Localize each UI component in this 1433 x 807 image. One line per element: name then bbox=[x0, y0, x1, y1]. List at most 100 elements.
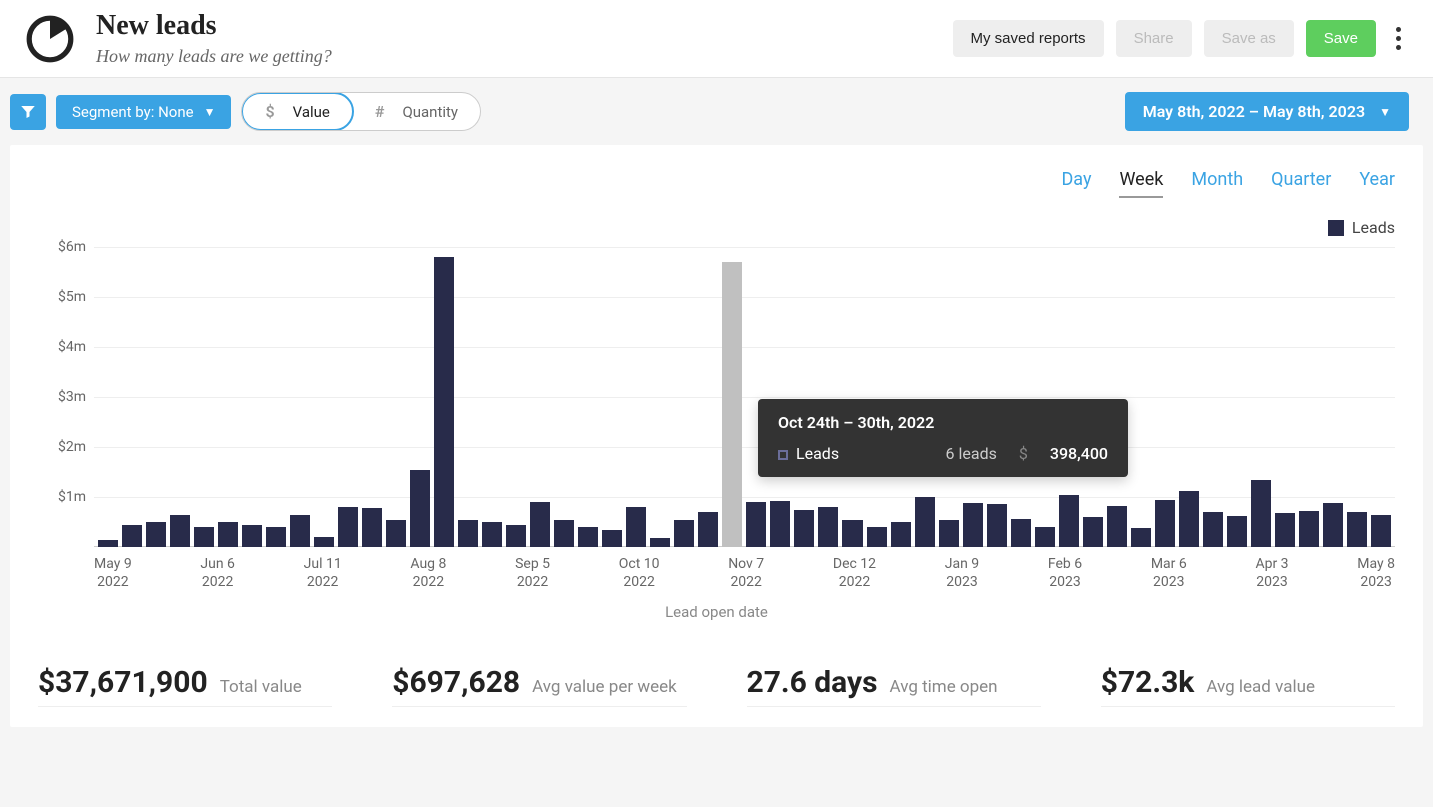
filter-button[interactable] bbox=[10, 94, 46, 130]
topbar: New leads How many leads are we getting?… bbox=[0, 0, 1433, 78]
x-tick: Jul 112022 bbox=[304, 555, 342, 591]
chart-bar[interactable] bbox=[1323, 503, 1343, 547]
tooltip-title: Oct 24th – 30th, 2022 bbox=[778, 413, 1108, 432]
chart-bar[interactable] bbox=[578, 527, 598, 547]
period-tab-month[interactable]: Month bbox=[1191, 169, 1243, 198]
chart-bar[interactable] bbox=[434, 257, 454, 547]
chart-bar[interactable] bbox=[170, 515, 190, 548]
chart-bar[interactable] bbox=[194, 527, 214, 547]
chart-bar[interactable] bbox=[1155, 500, 1175, 548]
legend: Leads bbox=[38, 218, 1395, 237]
stat-label: Avg lead value bbox=[1206, 677, 1315, 697]
value-pill[interactable]: $ Value bbox=[241, 92, 353, 131]
chart-bar[interactable] bbox=[1059, 495, 1079, 548]
plot-area[interactable]: Oct 24th – 30th, 2022 Leads 6 leads $ 39… bbox=[94, 247, 1395, 547]
tooltip-series: Leads bbox=[796, 444, 839, 463]
chart-bar[interactable] bbox=[218, 522, 238, 547]
chart-bar[interactable] bbox=[602, 530, 622, 548]
chart-bar[interactable] bbox=[530, 502, 550, 547]
chart-bar[interactable] bbox=[698, 512, 718, 547]
period-tab-quarter[interactable]: Quarter bbox=[1271, 169, 1331, 198]
chart-bar[interactable] bbox=[746, 502, 766, 547]
x-tick: Mar 62023 bbox=[1151, 555, 1187, 591]
chart-bar[interactable] bbox=[362, 508, 382, 547]
chart-bar[interactable] bbox=[1347, 512, 1367, 548]
segment-dropdown[interactable]: Segment by: None ▼ bbox=[56, 95, 231, 129]
saved-reports-button[interactable]: My saved reports bbox=[953, 20, 1104, 57]
segment-label: Segment by: None bbox=[72, 103, 194, 121]
chart-bar[interactable] bbox=[987, 504, 1007, 548]
chart-bar[interactable] bbox=[1227, 516, 1247, 547]
y-tick: $2m bbox=[58, 439, 86, 455]
hash-icon: # bbox=[375, 102, 385, 121]
y-axis: $1m$2m$3m$4m$5m$6m bbox=[38, 247, 94, 547]
chart-bar[interactable] bbox=[650, 538, 670, 547]
chart-bar[interactable] bbox=[458, 520, 478, 548]
chart-bar[interactable] bbox=[338, 507, 358, 547]
stat-item: $37,671,900Total value bbox=[38, 665, 332, 707]
y-tick: $6m bbox=[58, 239, 86, 255]
chart-bar[interactable] bbox=[770, 501, 790, 547]
tooltip-row: Leads 6 leads $ 398,400 bbox=[778, 444, 1108, 463]
chart-bar[interactable] bbox=[314, 537, 334, 547]
save-button[interactable]: Save bbox=[1306, 20, 1376, 57]
legend-swatch bbox=[1328, 220, 1344, 236]
more-menu-button[interactable] bbox=[1388, 17, 1409, 60]
y-tick: $4m bbox=[58, 339, 86, 355]
chart-bar[interactable] bbox=[915, 497, 935, 547]
stat-label: Avg value per week bbox=[532, 677, 677, 697]
chart-bar[interactable] bbox=[98, 540, 118, 548]
x-tick: Oct 102022 bbox=[619, 555, 660, 591]
chart-bar[interactable] bbox=[674, 520, 694, 548]
stat-item: $697,628 Avg value per week bbox=[392, 665, 686, 707]
chart-bar[interactable] bbox=[891, 522, 911, 547]
stat-label: Avg time open bbox=[890, 677, 998, 697]
page-subtitle: How many leads are we getting? bbox=[96, 46, 332, 67]
save-as-button[interactable]: Save as bbox=[1204, 20, 1294, 57]
period-tab-day[interactable]: Day bbox=[1061, 169, 1091, 198]
chart-bar[interactable] bbox=[818, 507, 838, 547]
period-tab-week[interactable]: Week bbox=[1119, 169, 1163, 198]
quantity-pill[interactable]: # Quantity bbox=[353, 93, 480, 130]
chart-bar[interactable] bbox=[1011, 519, 1031, 547]
chart-bar[interactable] bbox=[1203, 512, 1223, 547]
tooltip-count: 6 leads bbox=[861, 444, 997, 463]
chart-bar[interactable] bbox=[242, 525, 262, 548]
chart-bar[interactable] bbox=[867, 527, 887, 547]
chart-bar[interactable] bbox=[794, 510, 814, 548]
chart-bar[interactable] bbox=[1035, 527, 1055, 547]
chart-bar[interactable] bbox=[1107, 506, 1127, 547]
filterbar: Segment by: None ▼ $ Value # Quantity Ma… bbox=[0, 78, 1433, 145]
chart-bar[interactable] bbox=[963, 503, 983, 547]
x-tick: Jan 92023 bbox=[945, 555, 979, 591]
chart-bar[interactable] bbox=[1275, 513, 1295, 547]
date-range-dropdown[interactable]: May 8th, 2022 – May 8th, 2023 ▼ bbox=[1125, 92, 1409, 131]
chart-bar[interactable] bbox=[122, 525, 142, 548]
chart-bar[interactable] bbox=[1179, 491, 1199, 548]
stat-label: Total value bbox=[220, 677, 302, 697]
x-tick: Aug 82022 bbox=[410, 555, 446, 591]
chart-bar[interactable] bbox=[939, 520, 959, 548]
x-tick: Sep 52022 bbox=[515, 555, 550, 591]
chart-bar[interactable] bbox=[1083, 517, 1103, 547]
chart-bar[interactable] bbox=[722, 262, 742, 547]
chart-bar[interactable] bbox=[266, 527, 286, 547]
chart-bar[interactable] bbox=[506, 525, 526, 548]
chart-bar[interactable] bbox=[1251, 480, 1271, 548]
chart-bar[interactable] bbox=[842, 520, 862, 548]
share-button[interactable]: Share bbox=[1116, 20, 1192, 57]
chart-bar[interactable] bbox=[146, 522, 166, 547]
chart-bar[interactable] bbox=[1299, 511, 1319, 547]
chart-bar[interactable] bbox=[554, 520, 574, 548]
chart-bar[interactable] bbox=[410, 470, 430, 548]
x-tick: Jun 62022 bbox=[200, 555, 235, 591]
chart-bar[interactable] bbox=[1371, 515, 1391, 547]
stat-value: $697,628 bbox=[392, 665, 520, 700]
period-tab-year[interactable]: Year bbox=[1359, 169, 1395, 198]
chart-bar[interactable] bbox=[1131, 528, 1151, 547]
chart-bar[interactable] bbox=[386, 520, 406, 548]
stat-item: $72.3kAvg lead value bbox=[1101, 665, 1395, 707]
chart-bar[interactable] bbox=[290, 515, 310, 548]
chart-bar[interactable] bbox=[626, 507, 646, 547]
chart-bar[interactable] bbox=[482, 522, 502, 547]
